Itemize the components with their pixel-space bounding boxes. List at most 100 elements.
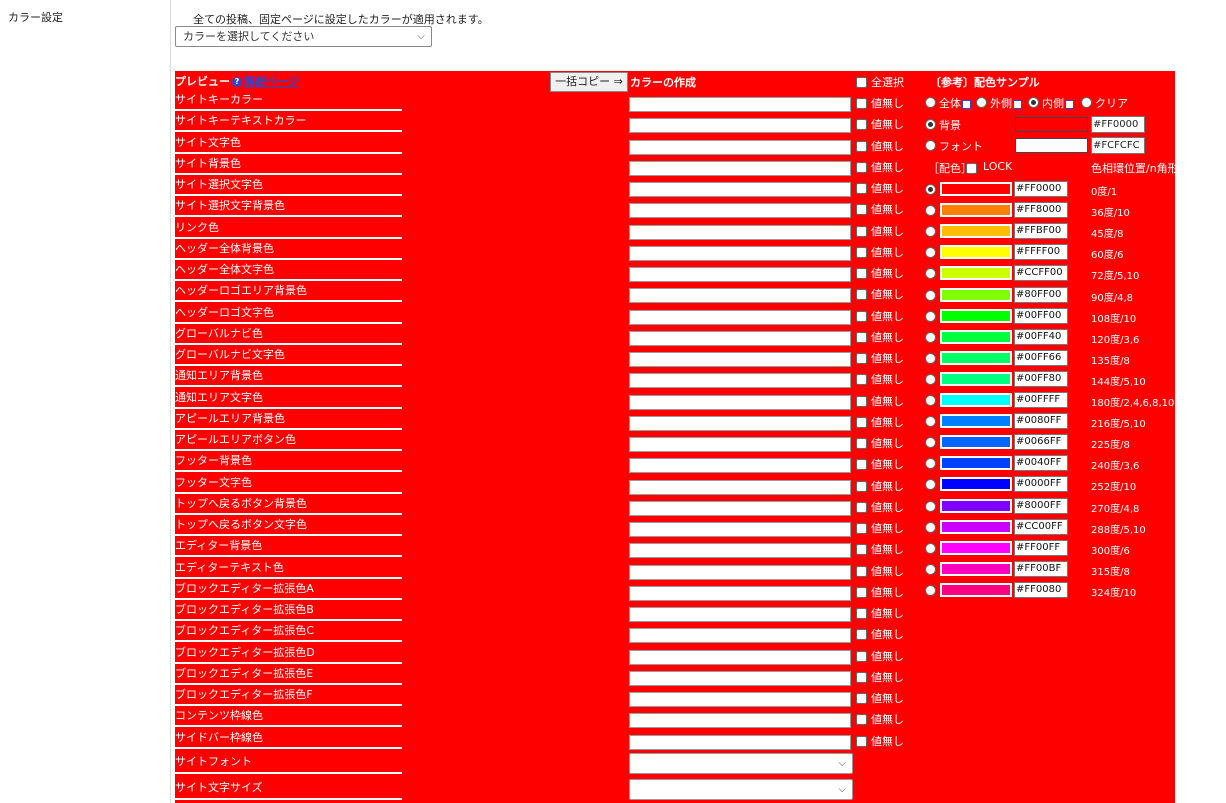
palette-radio[interactable] xyxy=(925,268,936,280)
lock-checkbox[interactable] xyxy=(966,163,977,174)
palette-hex[interactable]: #00FF80 xyxy=(1014,370,1068,387)
palette-radio[interactable] xyxy=(925,331,936,343)
color-input[interactable] xyxy=(629,585,851,601)
palette-radio[interactable] xyxy=(925,458,936,470)
palette-swatch[interactable] xyxy=(940,224,1012,239)
no-value-checkbox[interactable] xyxy=(856,268,867,279)
palette-radio[interactable] xyxy=(925,563,936,575)
palette-radio[interactable] xyxy=(925,500,936,512)
color-input[interactable] xyxy=(629,734,851,750)
palette-hex[interactable]: #FF00FF xyxy=(1014,539,1068,556)
no-value-checkbox[interactable] xyxy=(856,438,867,449)
no-value-checkbox[interactable] xyxy=(856,246,867,258)
no-value-checkbox[interactable] xyxy=(856,544,867,556)
palette-radio[interactable] xyxy=(925,247,936,259)
color-input[interactable] xyxy=(629,330,851,346)
color-input[interactable] xyxy=(629,607,851,622)
color-input[interactable] xyxy=(629,458,851,474)
palette-hex[interactable]: #80FF00 xyxy=(1014,286,1068,303)
palette-hex[interactable]: #FF0000 xyxy=(1014,181,1068,197)
color-input[interactable] xyxy=(629,267,851,282)
bg-hex-input[interactable]: #FF0000 xyxy=(1091,116,1145,133)
color-input[interactable] xyxy=(629,437,851,452)
no-value-checkbox[interactable] xyxy=(856,608,867,619)
no-value-checkbox[interactable] xyxy=(856,353,867,364)
palette-hex[interactable]: #8000FF xyxy=(1014,497,1068,514)
palette-swatch[interactable] xyxy=(940,350,1012,365)
palette-swatch[interactable] xyxy=(940,287,1012,302)
no-value-checkbox[interactable] xyxy=(856,161,867,173)
palette-swatch[interactable] xyxy=(940,308,1012,323)
no-value-checkbox[interactable] xyxy=(856,523,867,534)
palette-hex[interactable]: #00FF66 xyxy=(1014,349,1068,366)
no-value-checkbox[interactable] xyxy=(856,395,867,407)
palette-swatch[interactable] xyxy=(940,329,1012,344)
color-input[interactable] xyxy=(629,373,851,389)
palette-hex[interactable]: #00FF40 xyxy=(1014,328,1068,345)
color-input[interactable] xyxy=(629,670,851,686)
color-input[interactable] xyxy=(629,118,851,134)
setting-select[interactable]: ⌵ xyxy=(629,752,853,774)
palette-radio[interactable] xyxy=(925,521,936,533)
palette-swatch[interactable] xyxy=(940,477,1012,492)
palette-swatch[interactable] xyxy=(940,456,1012,471)
setting-select[interactable]: ⌵ xyxy=(629,778,853,800)
palette-radio[interactable] xyxy=(925,310,936,322)
no-value-checkbox[interactable] xyxy=(856,650,867,662)
no-value-checkbox[interactable] xyxy=(856,416,867,428)
font-hex-input[interactable]: #FCFCFC xyxy=(1091,137,1145,154)
color-input[interactable] xyxy=(629,713,851,729)
palette-radio[interactable] xyxy=(925,184,936,195)
color-input[interactable] xyxy=(629,394,851,410)
color-input[interactable] xyxy=(629,352,851,367)
palette-radio[interactable] xyxy=(925,584,936,596)
palette-radio[interactable] xyxy=(925,289,936,301)
target-bg-radio[interactable] xyxy=(925,119,936,130)
palette-swatch[interactable] xyxy=(940,540,1012,555)
no-value-checkbox[interactable] xyxy=(856,565,867,577)
palette-hex[interactable]: #FFFF00 xyxy=(1014,244,1068,261)
no-value-checkbox[interactable] xyxy=(856,374,867,386)
palette-hex[interactable]: #FF00BF xyxy=(1014,560,1068,577)
bulk-copy-button[interactable]: 一括コピー ⇒ xyxy=(550,72,628,92)
color-input[interactable] xyxy=(629,628,851,644)
palette-hex[interactable]: #0066FF xyxy=(1014,434,1068,451)
palette-swatch[interactable] xyxy=(940,519,1012,534)
no-value-checkbox[interactable] xyxy=(856,629,867,641)
color-input[interactable] xyxy=(629,97,851,112)
no-value-checkbox[interactable] xyxy=(856,119,867,131)
color-input[interactable] xyxy=(629,415,851,431)
no-value-checkbox[interactable] xyxy=(856,459,867,471)
palette-swatch[interactable] xyxy=(940,393,1012,407)
scope-all-radio[interactable] xyxy=(925,97,936,108)
palette-swatch[interactable] xyxy=(940,266,1012,281)
no-value-checkbox[interactable] xyxy=(856,225,867,237)
color-input[interactable] xyxy=(629,564,851,580)
palette-hex[interactable]: #FF0080 xyxy=(1014,581,1068,598)
preset-select[interactable]: カラーを選択してください ⌵ xyxy=(175,26,432,47)
palette-radio[interactable] xyxy=(925,479,936,491)
palette-radio[interactable] xyxy=(925,226,936,238)
guide-link[interactable]: 解説ページ xyxy=(244,75,299,88)
palette-hex[interactable]: #00FFFF xyxy=(1014,392,1068,408)
palette-radio[interactable] xyxy=(925,542,936,554)
palette-swatch[interactable] xyxy=(940,498,1012,513)
color-input[interactable] xyxy=(629,543,851,559)
no-value-checkbox[interactable] xyxy=(856,693,867,704)
palette-hex[interactable]: #0040FF xyxy=(1014,455,1068,472)
no-value-checkbox[interactable] xyxy=(856,140,867,152)
palette-hex[interactable]: #FF8000 xyxy=(1014,202,1068,219)
palette-swatch[interactable] xyxy=(940,582,1012,597)
color-input[interactable] xyxy=(629,500,851,516)
no-value-checkbox[interactable] xyxy=(856,289,867,301)
palette-swatch[interactable] xyxy=(940,182,1012,196)
palette-radio[interactable] xyxy=(925,352,936,364)
no-value-checkbox[interactable] xyxy=(856,331,867,343)
color-input[interactable] xyxy=(629,479,851,495)
color-input[interactable] xyxy=(629,182,851,197)
color-input[interactable] xyxy=(629,160,851,176)
scope-clear-radio[interactable] xyxy=(1081,97,1092,108)
palette-radio[interactable] xyxy=(925,373,936,385)
color-input[interactable] xyxy=(629,139,851,155)
color-input[interactable] xyxy=(629,309,851,325)
